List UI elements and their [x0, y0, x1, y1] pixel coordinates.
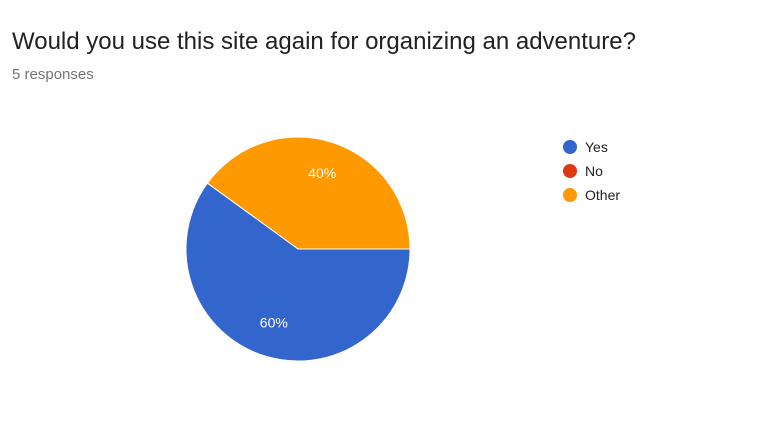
legend-swatch-yes	[563, 140, 577, 154]
legend-item-yes[interactable]: Yes	[563, 135, 620, 159]
pie-chart: 40% 60%	[185, 136, 411, 362]
legend-label-other: Other	[585, 187, 621, 203]
legend-item-other[interactable]: Other	[563, 183, 620, 207]
pie-label-other: 40%	[308, 165, 336, 181]
legend-swatch-no	[563, 164, 577, 178]
legend-label-no: No	[585, 163, 603, 179]
legend-swatch-other	[563, 188, 577, 202]
chart-legend: Yes No Other	[563, 135, 620, 207]
pie-slices	[185, 136, 411, 362]
legend-item-no[interactable]: No	[563, 159, 620, 183]
pie-label-yes: 60%	[260, 314, 288, 330]
legend-label-yes: Yes	[585, 139, 608, 155]
